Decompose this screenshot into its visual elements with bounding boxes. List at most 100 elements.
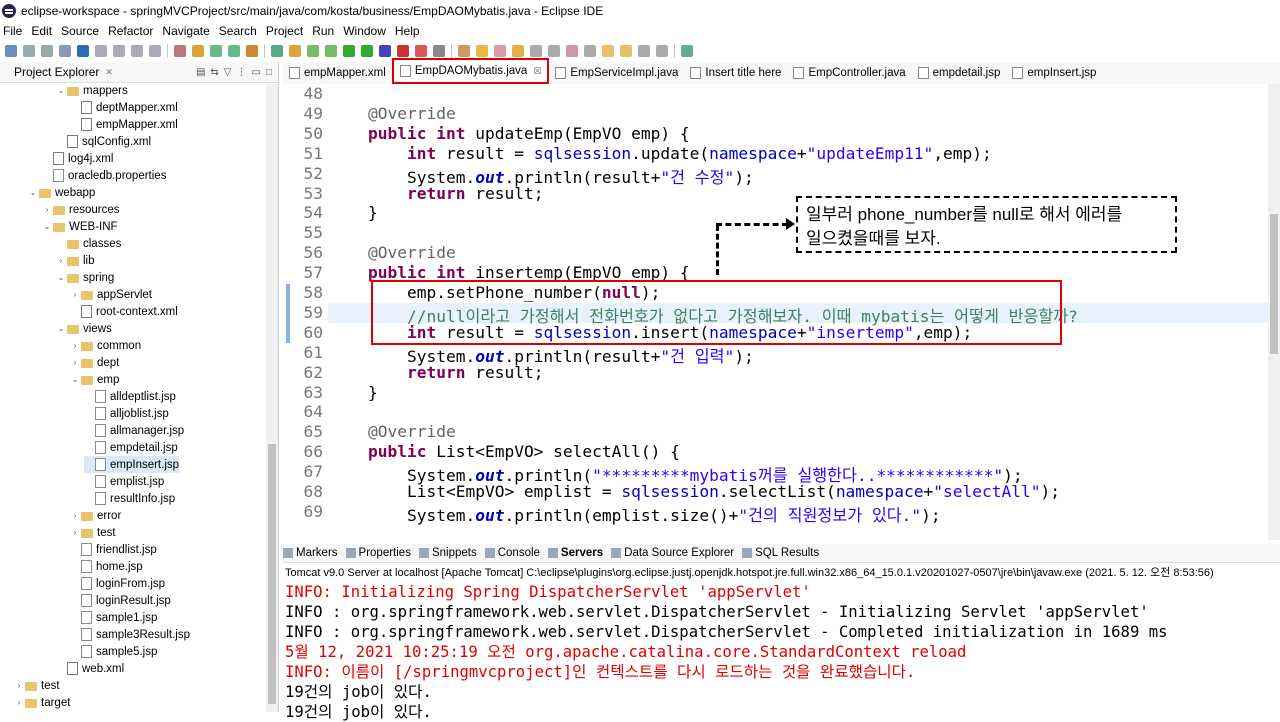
tree-item[interactable]: ⌄ views xyxy=(56,320,112,337)
tree-item[interactable]: ⌄ spring xyxy=(56,269,115,286)
tree-item[interactable]: › dept xyxy=(70,354,120,371)
tree-item[interactable]: home.jsp xyxy=(70,558,143,575)
editor-tab[interactable]: EmpDAOMybatis.java ☒ xyxy=(391,58,550,84)
close-tab-icon[interactable]: ☒ xyxy=(533,66,541,77)
tree-item[interactable]: ⌄ webapp xyxy=(28,184,96,201)
menu-item-help[interactable]: Help xyxy=(395,24,420,38)
toolbar-button-icon[interactable] xyxy=(41,45,53,57)
toolbar-button-icon[interactable] xyxy=(397,45,409,57)
chevron-right-icon[interactable]: › xyxy=(70,511,80,520)
toolbar-button-icon[interactable] xyxy=(149,45,161,57)
tree-item[interactable]: › appServlet xyxy=(70,286,152,303)
tree-item[interactable]: › resources xyxy=(42,201,120,218)
console-tab[interactable]: Servers xyxy=(547,547,603,559)
tree-item[interactable]: resultInfo.jsp xyxy=(84,490,175,507)
tree-item[interactable]: sample3Result.jsp xyxy=(70,626,190,643)
editor-tab[interactable]: empInsert.jsp xyxy=(1006,62,1102,84)
chevron-right-icon[interactable]: › xyxy=(70,341,80,350)
view-menu-icon[interactable]: ⋮ xyxy=(237,67,247,78)
chevron-down-icon[interactable]: ⌄ xyxy=(70,375,80,384)
toolbar-button-icon[interactable] xyxy=(681,45,693,57)
tree-item[interactable]: ⌄ emp xyxy=(70,371,120,388)
tree-item[interactable]: web.xml xyxy=(56,660,124,677)
tree-item[interactable]: classes xyxy=(56,235,121,252)
editor-tab[interactable]: EmpServiceImpl.java xyxy=(549,62,684,84)
tree-item[interactable]: sqlConfig.xml xyxy=(56,133,151,150)
tree-item[interactable]: log4j.xml xyxy=(42,150,113,167)
minimize-icon[interactable]: ▭ xyxy=(252,67,261,78)
tree-item[interactable]: › target xyxy=(14,694,71,711)
toolbar-button-icon[interactable] xyxy=(530,45,542,57)
console-tab[interactable]: Console xyxy=(484,547,540,559)
tree-item[interactable]: loginResult.jsp xyxy=(70,592,171,609)
toolbar-button-icon[interactable] xyxy=(476,45,488,57)
toolbar-button-icon[interactable] xyxy=(210,45,222,57)
toolbar-button-icon[interactable] xyxy=(638,45,650,57)
console-tab[interactable]: Markers xyxy=(283,547,338,559)
chevron-down-icon[interactable]: ⌄ xyxy=(56,86,66,95)
tree-item[interactable]: empMapper.xml xyxy=(70,116,178,133)
chevron-right-icon[interactable]: › xyxy=(70,290,80,299)
chevron-down-icon[interactable]: ⌄ xyxy=(56,273,66,282)
chevron-down-icon[interactable]: ⌄ xyxy=(28,188,38,197)
toolbar-button-icon[interactable] xyxy=(192,45,204,57)
tree-item[interactable]: alldeptlist.jsp xyxy=(84,388,176,405)
toolbar-button-icon[interactable] xyxy=(289,45,301,57)
menu-item-file[interactable]: File xyxy=(3,24,22,38)
tree-item[interactable]: sample5.jsp xyxy=(70,643,157,660)
toolbar-button-icon[interactable] xyxy=(343,45,355,57)
tree-item[interactable]: › test xyxy=(70,524,116,541)
toolbar-button-icon[interactable] xyxy=(271,45,283,57)
tree-item[interactable]: ⌄ mappers xyxy=(56,82,128,99)
console-tab[interactable]: SQL Results xyxy=(742,547,819,559)
toolbar-button-icon[interactable] xyxy=(602,45,614,57)
toolbar-button-icon[interactable] xyxy=(174,45,186,57)
tree-item[interactable]: friendlist.jsp xyxy=(70,541,157,558)
toolbar-button-icon[interactable] xyxy=(23,45,35,57)
tree-item[interactable]: emplist.jsp xyxy=(84,473,164,490)
chevron-right-icon[interactable]: › xyxy=(42,205,52,214)
menu-item-refactor[interactable]: Refactor xyxy=(108,24,153,38)
tree-item[interactable]: sample1.jsp xyxy=(70,609,157,626)
collapse-all-icon[interactable]: ▤ xyxy=(196,67,205,78)
toolbar-button-icon[interactable] xyxy=(325,45,337,57)
toolbar-button-icon[interactable] xyxy=(77,45,89,57)
toolbar-button-icon[interactable] xyxy=(548,45,560,57)
menu-item-search[interactable]: Search xyxy=(219,24,257,38)
tree-item[interactable]: oracledb.properties xyxy=(42,167,166,184)
toolbar-button-icon[interactable] xyxy=(246,45,258,57)
toolbar-button-icon[interactable] xyxy=(307,45,319,57)
toolbar-button-icon[interactable] xyxy=(566,45,578,57)
chevron-right-icon[interactable]: › xyxy=(14,698,24,707)
tree-item[interactable]: loginFrom.jsp xyxy=(70,575,165,592)
toolbar-button-icon[interactable] xyxy=(656,45,668,57)
editor-tab[interactable]: empMapper.xml xyxy=(283,62,392,84)
toolbar-button-icon[interactable] xyxy=(361,45,373,57)
toolbar-button-icon[interactable] xyxy=(113,45,125,57)
menu-item-source[interactable]: Source xyxy=(61,24,99,38)
toolbar-button-icon[interactable] xyxy=(59,45,71,57)
link-editor-icon[interactable]: ⇆ xyxy=(210,67,218,78)
editor-scrollbar[interactable] xyxy=(1268,84,1280,540)
chevron-right-icon[interactable]: › xyxy=(70,358,80,367)
tree-item[interactable]: › error xyxy=(70,507,122,524)
close-icon[interactable]: ✕ xyxy=(105,67,113,78)
chevron-down-icon[interactable]: ⌄ xyxy=(56,324,66,333)
chevron-down-icon[interactable]: ⌄ xyxy=(42,222,52,231)
menu-item-edit[interactable]: Edit xyxy=(31,24,52,38)
toolbar-button-icon[interactable] xyxy=(433,45,445,57)
toolbar-button-icon[interactable] xyxy=(379,45,391,57)
tree-item[interactable]: › test xyxy=(14,677,60,694)
tree-item[interactable]: › common xyxy=(70,337,141,354)
toolbar-button-icon[interactable] xyxy=(494,45,506,57)
tree-item[interactable]: empdetail.jsp xyxy=(84,439,178,456)
toolbar-button-icon[interactable] xyxy=(95,45,107,57)
console-tab[interactable]: Data Source Explorer xyxy=(611,547,734,559)
chevron-right-icon[interactable]: › xyxy=(14,681,24,690)
toolbar-button-icon[interactable] xyxy=(415,45,427,57)
toolbar-button-icon[interactable] xyxy=(131,45,143,57)
chevron-right-icon[interactable]: › xyxy=(56,256,66,265)
explorer-scrollbar[interactable] xyxy=(266,84,278,712)
console-tab[interactable]: Snippets xyxy=(418,547,477,559)
toolbar-button-icon[interactable] xyxy=(512,45,524,57)
